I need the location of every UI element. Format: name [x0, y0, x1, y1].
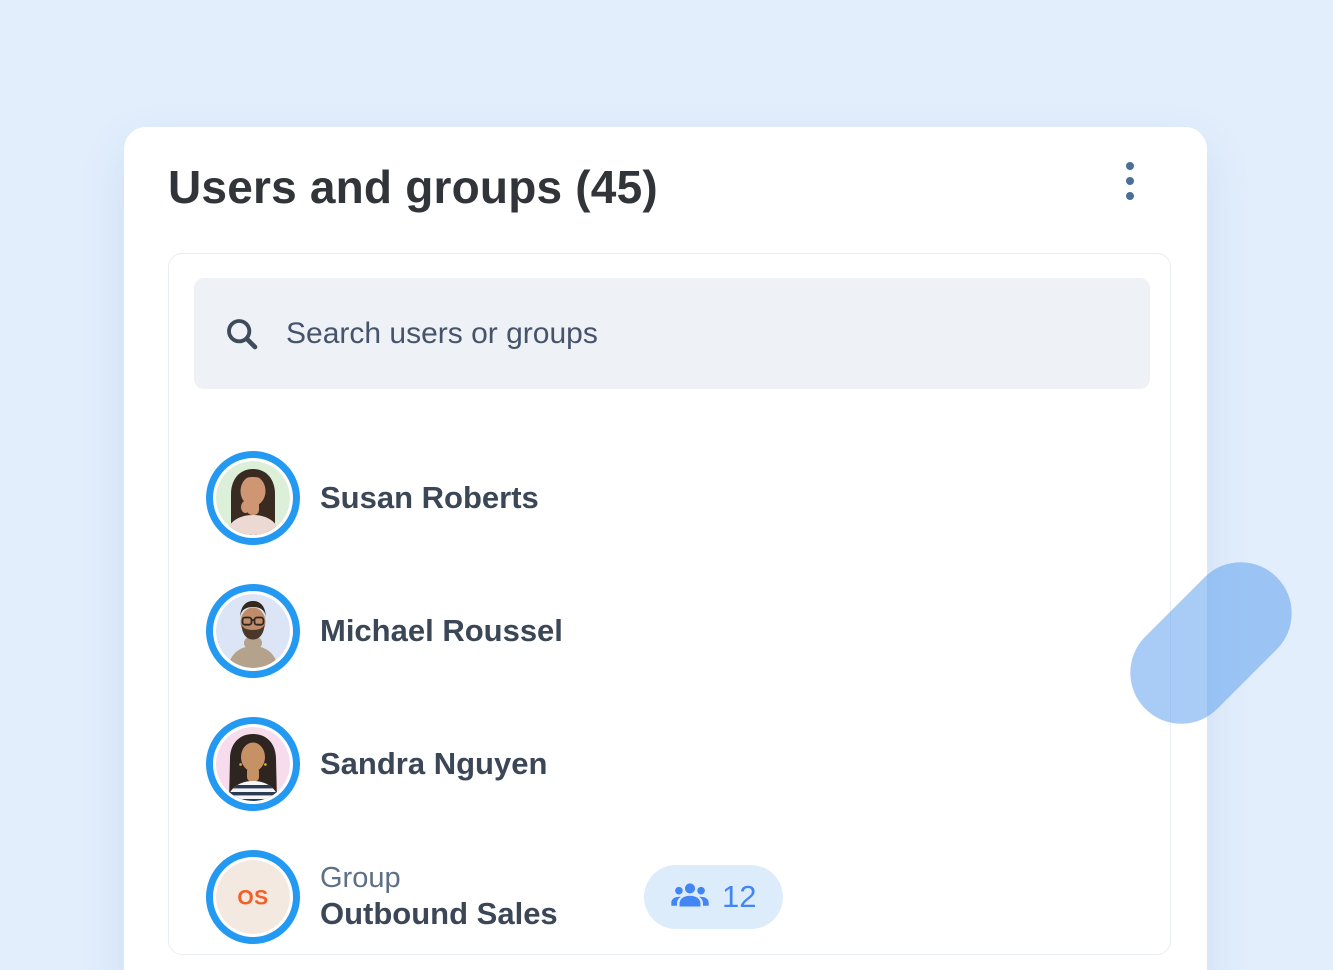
page-title: Users and groups (45)	[168, 160, 658, 215]
user-list: Susan Roberts	[206, 451, 1145, 944]
avatar-photo-illustration	[216, 461, 290, 535]
people-group-icon	[671, 878, 709, 916]
group-name: Outbound Sales	[320, 898, 586, 931]
kebab-dot	[1126, 177, 1134, 185]
list-item-group[interactable]: OS Group Outbound Sales	[206, 850, 1145, 944]
avatar	[206, 717, 300, 811]
search-icon	[222, 314, 262, 354]
avatar-photo-illustration	[216, 594, 290, 668]
avatar	[206, 584, 300, 678]
group-initials-avatar: OS	[216, 860, 290, 934]
group-text-block: Group Outbound Sales	[320, 863, 586, 931]
user-name: Sandra Nguyen	[320, 746, 547, 782]
list-item-user[interactable]: Sandra Nguyen	[206, 717, 1145, 811]
member-count: 12	[722, 879, 756, 915]
avatar-photo-illustration	[216, 727, 290, 801]
kebab-dot	[1126, 162, 1134, 170]
app-canvas: Users and groups (45)	[0, 0, 1333, 970]
kebab-menu-icon[interactable]	[1104, 151, 1156, 211]
list-item-user[interactable]: Susan Roberts	[206, 451, 1145, 545]
user-name: Susan Roberts	[320, 480, 539, 516]
group-initials: OS	[237, 887, 268, 910]
group-type-label: Group	[320, 863, 586, 893]
avatar	[206, 451, 300, 545]
users-groups-card: Users and groups (45)	[124, 127, 1207, 970]
group-avatar: OS	[206, 850, 300, 944]
search-input[interactable]	[286, 278, 1150, 389]
search-bar[interactable]	[194, 278, 1150, 389]
list-item-user[interactable]: Michael Roussel	[206, 584, 1145, 678]
kebab-dot	[1126, 192, 1134, 200]
users-list-panel: Susan Roberts	[168, 253, 1171, 955]
member-count-badge: 12	[644, 865, 783, 929]
user-name: Michael Roussel	[320, 613, 563, 649]
